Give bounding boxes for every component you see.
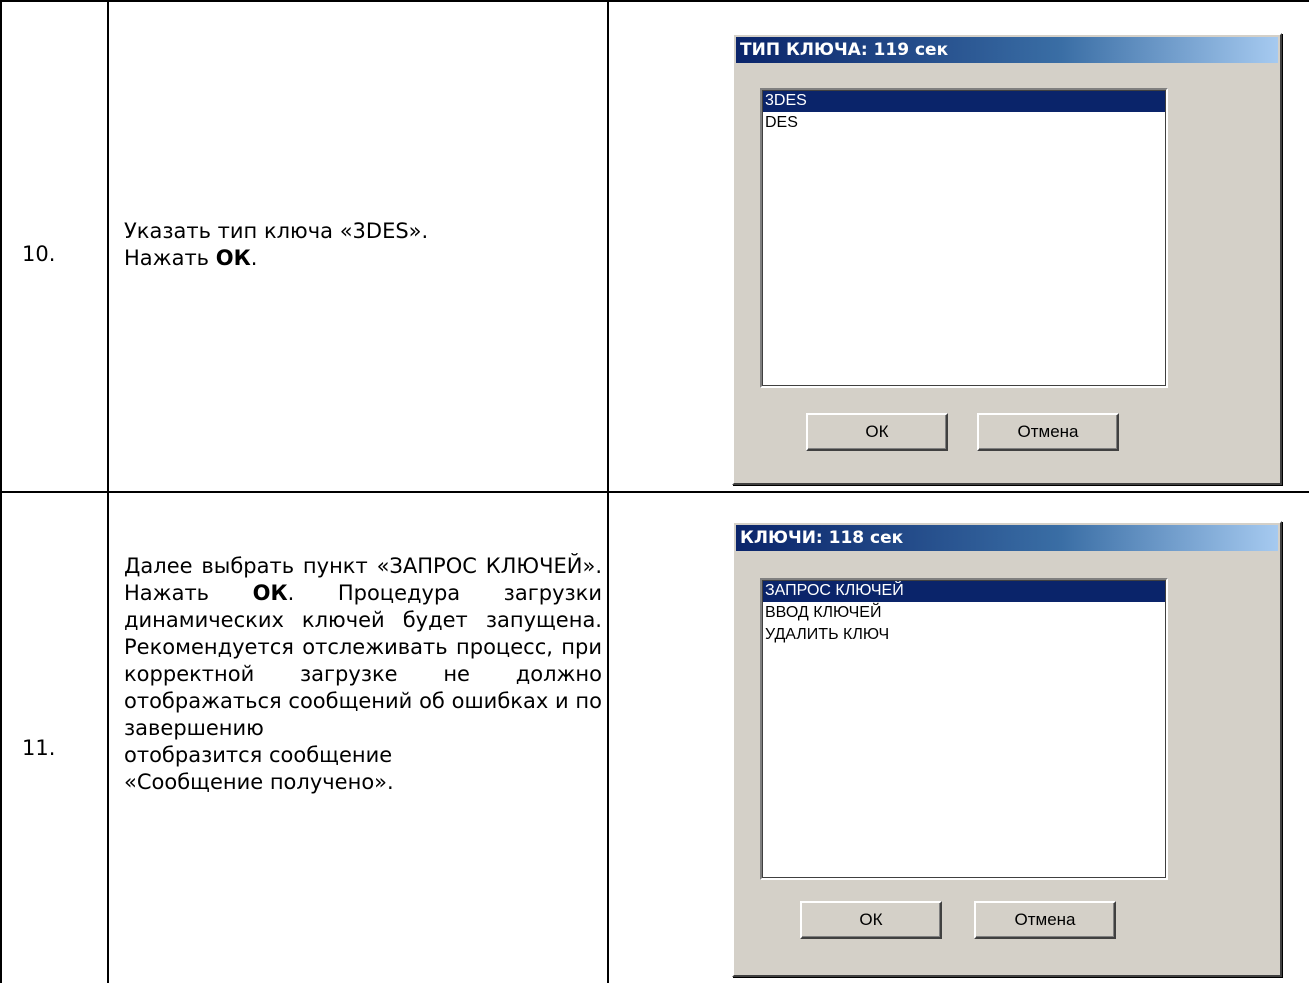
step-instructions: Далее выбрать пункт «ЗАПРОС КЛЮЧЕЙ». Наж…	[124, 553, 602, 796]
list-item[interactable]: УДАЛИТЬ КЛЮЧ	[762, 624, 1166, 646]
step-number: 11.	[22, 736, 56, 760]
step-number: 10.	[22, 242, 56, 266]
ok-emphasis: ОК	[215, 246, 251, 270]
keys-listbox[interactable]: ЗАПРОС КЛЮЧЕЙ ВВОД КЛЮЧЕЙ УДАЛИТЬ КЛЮЧ	[760, 578, 1168, 880]
step-text-fragment: Нажать	[124, 246, 216, 270]
step-line: Нажать ОК.	[124, 245, 602, 272]
dialog-title: ТИП КЛЮЧА: 119 сек	[736, 37, 1278, 63]
list-item[interactable]: ЗАПРОС КЛЮЧЕЙ	[762, 580, 1166, 602]
step-line: «Сообщение получено».	[124, 770, 394, 794]
key-type-listbox[interactable]: 3DES DES	[760, 88, 1168, 388]
cancel-button[interactable]: Отмена	[974, 901, 1116, 939]
step-instructions: Указать тип ключа «3DES». Нажать ОК.	[124, 218, 602, 272]
step-line: Указать тип ключа «3DES».	[124, 219, 429, 243]
cancel-button[interactable]: Отмена	[977, 413, 1119, 451]
list-item[interactable]: DES	[762, 112, 1166, 134]
table-row-divider	[0, 491, 1309, 493]
step-text-fragment: .	[250, 246, 258, 270]
ok-button[interactable]: ОК	[806, 413, 948, 451]
key-type-dialog: ТИП КЛЮЧА: 119 сек 3DES DES ОК Отмена	[732, 33, 1282, 485]
ok-button[interactable]: ОК	[800, 901, 942, 939]
keys-dialog: КЛЮЧИ: 118 сек ЗАПРОС КЛЮЧЕЙ ВВОД КЛЮЧЕЙ…	[732, 521, 1282, 977]
list-item[interactable]: ВВОД КЛЮЧЕЙ	[762, 602, 1166, 624]
step-line: отобразится сообщение	[124, 743, 393, 767]
ok-emphasis: ОК	[252, 581, 288, 605]
step-paragraph: Далее выбрать пункт «ЗАПРОС КЛЮЧЕЙ». Наж…	[124, 553, 602, 742]
dialog-title: КЛЮЧИ: 118 сек	[736, 525, 1278, 551]
list-item[interactable]: 3DES	[762, 90, 1166, 112]
table-border-top	[0, 0, 1309, 2]
